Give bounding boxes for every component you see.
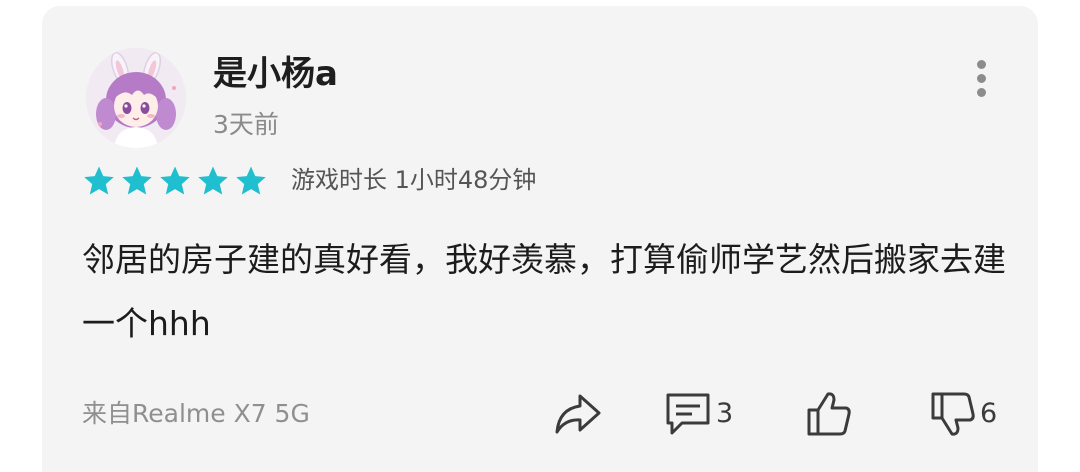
star-icon [160,166,190,195]
star-icon [84,166,114,195]
comment-count: 3 [716,398,734,429]
review-text[interactable]: 邻居的房子建的真好看，我好羡慕，打算偷师学艺然后搬家去建一个hhh [82,228,1012,356]
star-icon [122,166,152,195]
star-icon [236,166,266,195]
user-name[interactable]: 是小杨a [213,52,338,96]
device-info: 来自Realme X7 5G [82,399,310,428]
avatar[interactable] [86,48,186,148]
review-time: 3天前 [213,110,279,139]
share-icon [555,394,601,434]
thumbs-up-icon [807,392,851,436]
avatar-image [86,48,186,148]
share-button[interactable] [553,388,603,440]
more-vertical-icon-dot [977,88,986,97]
comment-button[interactable]: 3 [664,388,733,440]
playtime: 游戏时长 1小时48分钟 [291,166,537,194]
star-rating [82,164,268,198]
like-button[interactable] [806,388,852,440]
more-vertical-icon [977,60,986,69]
thumbs-down-icon [931,392,975,436]
more-vertical-icon-dot [977,74,986,83]
comment-icon [666,393,710,435]
dislike-count: 6 [980,398,998,429]
dislike-button[interactable]: 6 [930,388,997,440]
more-options-button[interactable] [964,58,1000,98]
star-icon [198,166,228,195]
